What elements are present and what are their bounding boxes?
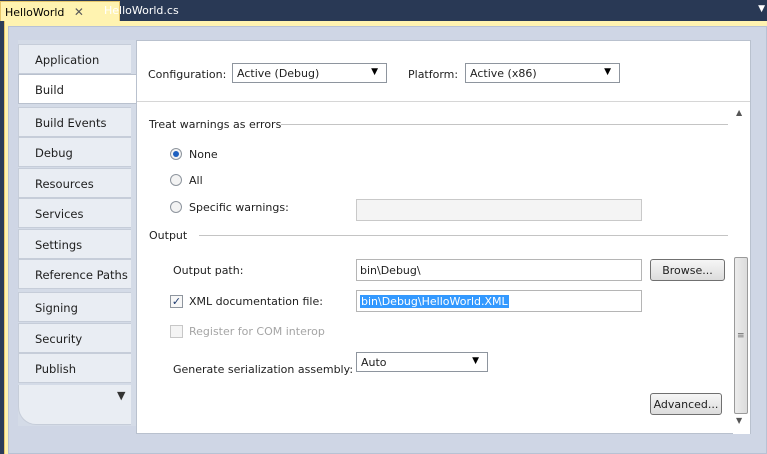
xml-documentation-label: XML documentation file: [189,295,323,308]
header-divider [137,101,750,102]
output-path-input[interactable]: bin\Debug\ [356,259,642,281]
section-divider [281,124,728,125]
serialization-assembly-label: Generate serialization assembly: [173,363,354,376]
warnings-section-label: Treat warnings as errors [149,118,282,131]
advanced-button[interactable]: Advanced... [650,393,722,415]
output-path-label: Output path: [173,264,244,277]
chevron-down-icon: ▼ [472,356,479,366]
section-divider [199,235,728,236]
register-com-interop-label: Register for COM interop [189,325,325,338]
configuration-value: Active (Debug) [237,67,320,80]
xml-documentation-input[interactable]: bin\Debug\HelloWorld.XML [356,290,642,312]
nav-item-build[interactable]: Build [18,74,136,104]
platform-value: Active (x86) [470,67,537,80]
selected-text: bin\Debug\HelloWorld.XML [360,295,509,308]
nav-item-resources[interactable]: Resources [18,168,131,198]
document-tab-strip: HelloWorld ✕ HelloWorld.cs ▼ [0,0,767,21]
tab-label: HelloWorld [5,6,65,19]
grip-icon: ≡ [737,331,745,341]
xml-documentation-checkbox[interactable]: ✓ [170,295,183,308]
nav-footer [18,385,131,425]
platform-label: Platform: [408,68,459,81]
scroll-up-icon[interactable]: ▲ [736,108,742,117]
nav-item-application[interactable]: Application [18,44,131,74]
warnings-all-radio[interactable] [170,174,182,186]
close-icon[interactable]: ✕ [74,5,84,19]
nav-item-publish[interactable]: Publish [18,353,131,383]
scroll-down-icon[interactable]: ▼ [736,416,742,425]
nav-item-signing[interactable]: Signing [18,292,131,322]
configuration-dropdown[interactable]: Active (Debug) ▼ [232,63,387,83]
nav-item-debug[interactable]: Debug [18,137,131,167]
tab-label: HelloWorld.cs [104,4,179,17]
nav-item-security[interactable]: Security [18,323,131,353]
serialization-assembly-dropdown[interactable]: Auto ▼ [356,352,488,372]
nav-item-services[interactable]: Services [18,198,131,228]
nav-overflow-icon[interactable]: ▼ [117,389,125,402]
serialization-assembly-value: Auto [361,356,387,369]
tab-helloworld-cs[interactable]: HelloWorld.cs [100,1,185,21]
warnings-none-label: None [189,148,218,161]
register-com-interop-checkbox[interactable] [170,325,183,338]
chevron-down-icon: ▼ [604,67,611,77]
output-section-label: Output [149,229,188,242]
specific-warnings-input[interactable] [356,199,642,221]
browse-button[interactable]: Browse... [650,259,725,281]
warnings-specific-label: Specific warnings: [189,201,289,214]
nav-item-build-events[interactable]: Build Events [18,107,131,137]
tab-list-dropdown-icon[interactable]: ▼ [758,4,765,14]
chevron-down-icon: ▼ [371,67,378,77]
platform-dropdown[interactable]: Active (x86) ▼ [465,63,620,83]
nav-item-reference-paths[interactable]: Reference Paths [18,259,131,289]
warnings-none-radio[interactable] [170,148,182,160]
configuration-label: Configuration: [148,68,227,81]
warnings-specific-radio[interactable] [170,201,182,213]
nav-item-settings[interactable]: Settings [18,229,131,259]
warnings-all-label: All [189,174,203,187]
